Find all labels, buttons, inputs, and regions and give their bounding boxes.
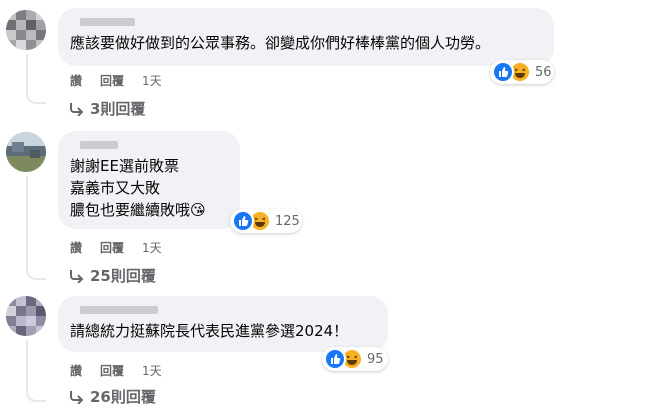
comment-actions: 讚 回覆 1天 <box>70 362 162 379</box>
reaction-count: 125 <box>275 213 300 229</box>
comment-bubble: 請總統力挺蘇院長代表民進黨參選2024！ <box>58 296 388 352</box>
comment-text-line: 謝謝EE選前敗票 <box>70 157 179 175</box>
timestamp[interactable]: 1天 <box>142 239 162 256</box>
thread-line <box>26 176 28 264</box>
reply-arrow-icon <box>70 390 84 404</box>
reply-arrow-icon <box>70 102 84 116</box>
like-icon <box>324 348 346 370</box>
thread-line <box>26 54 28 88</box>
comment-text-line: 嘉義市又大敗 <box>70 179 161 197</box>
thread-curve <box>26 88 46 104</box>
reaction-summary[interactable]: 125 <box>230 209 302 233</box>
thread-curve <box>26 386 46 402</box>
comment-actions: 讚 回覆 1天 <box>70 239 162 256</box>
timestamp[interactable]: 1天 <box>142 72 162 89</box>
like-icon <box>492 61 514 83</box>
view-replies[interactable]: 25則回覆 <box>68 265 156 286</box>
reaction-count: 56 <box>535 64 552 80</box>
kiss-emoji: 😘 <box>190 201 206 219</box>
comment-bubble: 應該要做好做到的公眾事務。卻變成你們好棒棒黨的個人功勞。 <box>58 8 554 66</box>
author-name-redacted[interactable] <box>70 139 228 151</box>
comment-text: 應該要做好做到的公眾事務。卻變成你們好棒棒黨的個人功勞。 <box>70 34 491 52</box>
reply-link[interactable]: 回覆 <box>100 239 124 256</box>
author-name-redacted[interactable] <box>70 16 542 28</box>
reply-link[interactable]: 回覆 <box>100 72 124 89</box>
replies-count: 25則回覆 <box>90 267 156 285</box>
reaction-summary[interactable]: 95 <box>322 347 388 371</box>
reaction-summary[interactable]: 56 <box>490 60 554 84</box>
avatar-image <box>6 132 46 172</box>
like-icon <box>232 210 254 232</box>
comment-text: 請總統力挺蘇院長代表民進黨參選2024！ <box>70 322 349 340</box>
timestamp[interactable]: 1天 <box>142 362 162 379</box>
reply-link[interactable]: 回覆 <box>100 362 124 379</box>
replies-count: 26則回覆 <box>90 388 156 406</box>
avatar-image <box>6 296 46 336</box>
avatar[interactable] <box>6 132 46 172</box>
comment-bubble: 謝謝EE選前敗票 嘉義市又大敗 膿包也要繼續敗哦😘 <box>58 131 240 229</box>
view-replies[interactable]: 26則回覆 <box>68 386 156 407</box>
reply-arrow-icon <box>70 269 84 283</box>
comment-text-line: 膿包也要繼續敗哦😘 <box>70 199 228 221</box>
view-replies[interactable]: 3則回覆 <box>68 98 145 119</box>
author-name-redacted[interactable] <box>70 304 376 316</box>
like-link[interactable]: 讚 <box>70 362 82 379</box>
avatar-image <box>6 10 46 50</box>
like-link[interactable]: 讚 <box>70 72 82 89</box>
avatar[interactable] <box>6 10 46 50</box>
comment-actions: 讚 回覆 1天 <box>70 72 162 89</box>
thread-line <box>26 340 28 386</box>
thread-curve <box>26 264 46 280</box>
avatar[interactable] <box>6 296 46 336</box>
replies-count: 3則回覆 <box>90 100 146 118</box>
comment-text-fragment: 膿包也要繼續敗哦 <box>70 201 191 219</box>
reaction-count: 95 <box>367 351 384 367</box>
like-link[interactable]: 讚 <box>70 239 82 256</box>
